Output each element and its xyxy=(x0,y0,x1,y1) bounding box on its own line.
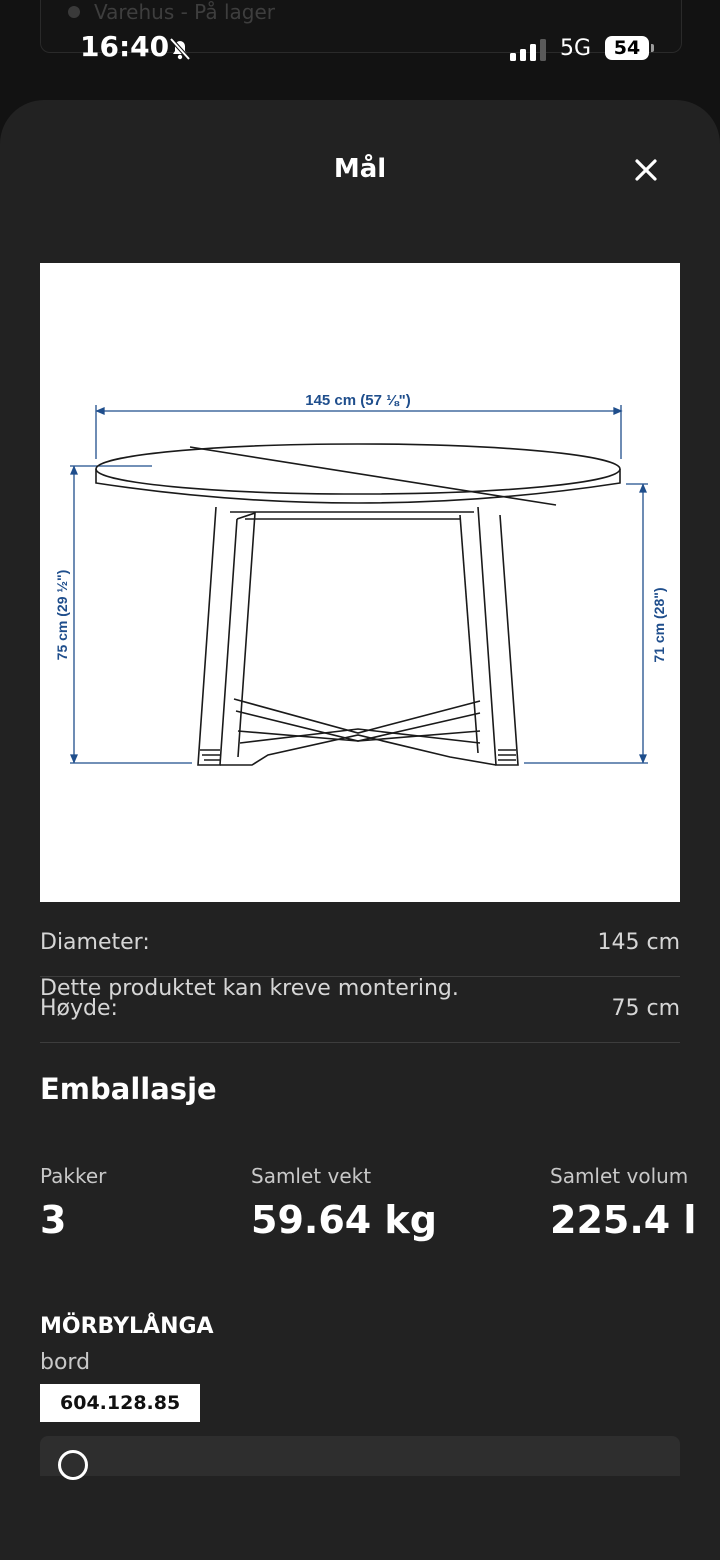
leg-height-dimension-label: 71 cm (28") xyxy=(651,587,667,662)
weight-stat: Samlet vekt 59.64 kg xyxy=(251,1164,437,1242)
dimensions-sheet: Mål 145 cm (57 ⅛") 75 cm (29 ½") 71 cm (… xyxy=(0,100,720,1560)
dimension-diagram: 145 cm (57 ⅛") 75 cm (29 ½") 71 cm (28") xyxy=(40,263,680,902)
volume-stat: Samlet volum 225.4 l xyxy=(550,1164,696,1242)
packages-label: Pakker xyxy=(40,1164,107,1188)
status-bar: 16:40 5G 54 xyxy=(0,0,720,100)
dimension-row: Diameter: 145 cm xyxy=(40,910,680,977)
packages-stat: Pakker 3 xyxy=(40,1164,106,1242)
weight-value: 59.64 kg xyxy=(251,1198,437,1242)
info-icon xyxy=(58,1450,88,1480)
article-number-badge: 604.128.85 xyxy=(40,1384,201,1422)
product-name: MÖRBYLÅNGA xyxy=(40,1314,214,1339)
battery-icon: 54 xyxy=(605,36,649,60)
product-type: bord xyxy=(40,1350,91,1375)
dimension-value: 75 cm xyxy=(611,996,680,1021)
height-dimension-label: 75 cm (29 ½") xyxy=(54,570,70,661)
cellular-signal-icon xyxy=(510,39,546,61)
sheet-title: Mål xyxy=(333,154,387,184)
network-type: 5G xyxy=(560,36,592,61)
battery-cap xyxy=(651,44,654,52)
width-dimension-label: 145 cm (57 ⅛") xyxy=(305,392,411,409)
table-drawing: 145 cm (57 ⅛") 75 cm (29 ½") 71 cm (28") xyxy=(54,392,667,766)
assembly-note: Dette produktet kan kreve montering. xyxy=(40,976,459,1001)
dimension-value: 145 cm xyxy=(597,930,680,955)
close-icon[interactable] xyxy=(626,150,666,190)
weight-label: Samlet vekt xyxy=(251,1164,372,1188)
packaging-heading: Emballasje xyxy=(40,1072,217,1106)
package-card[interactable] xyxy=(40,1436,680,1480)
dimension-label: Diameter: xyxy=(40,930,150,955)
packages-value: 3 xyxy=(40,1198,67,1242)
volume-label: Samlet volum xyxy=(550,1164,689,1188)
status-time: 16:40 xyxy=(80,30,170,63)
volume-value: 225.4 l xyxy=(550,1198,697,1242)
silent-bell-icon xyxy=(169,37,191,61)
